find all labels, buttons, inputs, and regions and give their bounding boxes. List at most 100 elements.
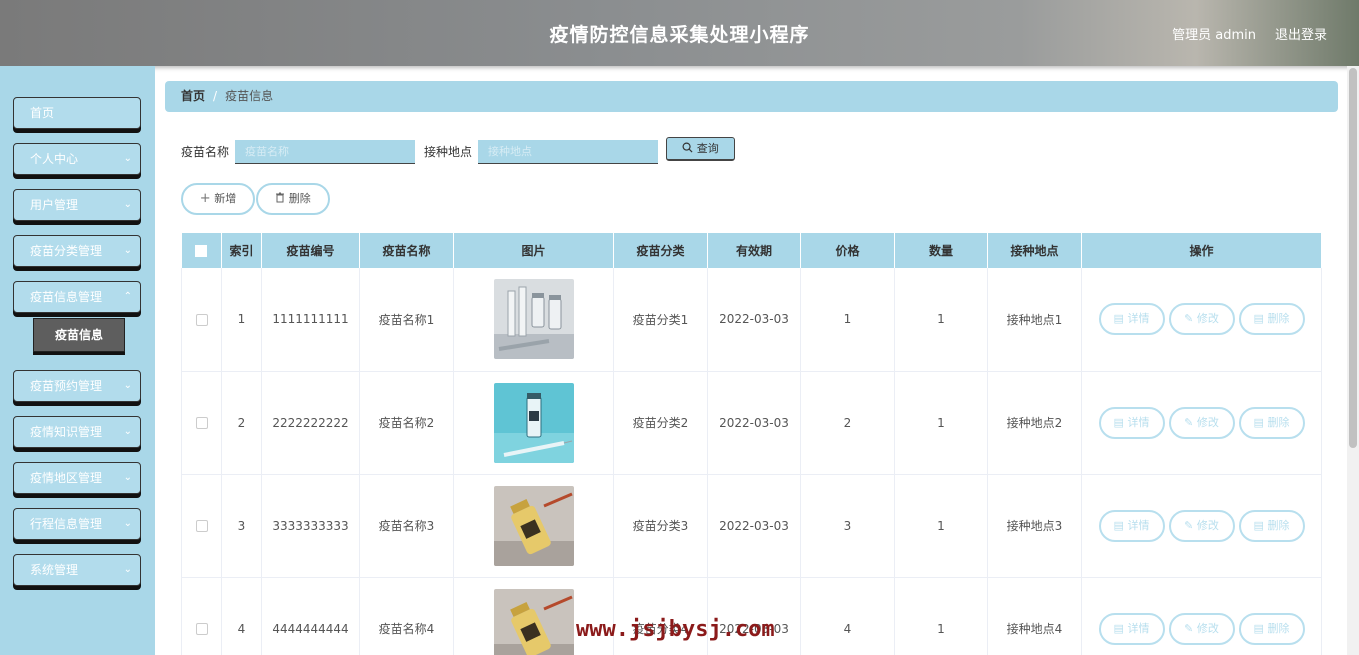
breadcrumb-home[interactable]: 首页 [181, 89, 205, 103]
sidebar-item-home[interactable]: 首页 [13, 97, 141, 129]
chevron-down-icon: ⌄ [123, 199, 132, 210]
document-icon: ▤ [1113, 621, 1124, 635]
query-button[interactable]: 查询 [666, 137, 735, 161]
row-checkbox[interactable] [195, 623, 208, 635]
pencil-icon: ✎ [1184, 312, 1194, 326]
detail-button[interactable]: ▤ 详情 [1098, 406, 1165, 439]
cell-quantity: 1 [894, 371, 988, 475]
breadcrumb-separator: / [213, 89, 218, 103]
chevron-down-icon: ⌄ [123, 472, 132, 483]
chevron-up-icon: ⌃ [123, 291, 132, 302]
cell-operations: ▤ 详情 ✎ 修改 ▤ 删除 [1081, 474, 1322, 578]
cell-name: 疫苗名称2 [359, 371, 454, 475]
cell-index: 3 [221, 474, 262, 578]
detail-button[interactable]: ▤ 详情 [1098, 509, 1165, 542]
vaccination-place-input[interactable] [478, 140, 658, 164]
edit-label: 修改 [1196, 621, 1219, 635]
delete-button[interactable]: ▤ 删除 [1238, 303, 1305, 336]
cell-name: 疫苗名称3 [359, 474, 454, 578]
cell-expiry: 2022-03-03 [707, 474, 801, 578]
sidebar-item-vaccine-appointment[interactable]: 疫苗预约管理 ⌄ [13, 370, 141, 402]
chevron-down-icon: ⌄ [123, 518, 132, 529]
vaccine-name-input[interactable] [235, 140, 415, 164]
trash-icon [276, 192, 285, 203]
delete-button[interactable]: ▤ 删除 [1238, 406, 1305, 439]
sidebar-item-system[interactable]: 系统管理 ⌄ [13, 554, 141, 586]
delete-button-label: 删除 [288, 192, 311, 205]
cell-code: 4444444444 [261, 577, 360, 655]
trash-icon: ▤ [1253, 312, 1264, 326]
cell-expiry: 2022-03-03 [707, 371, 801, 475]
sidebar-item-vaccine-info[interactable]: 疫苗信息管理 ⌃ [13, 281, 141, 313]
sidebar-item-personal-center[interactable]: 个人中心 ⌄ [13, 143, 141, 175]
sidebar-item-label: 疫情地区管理 [30, 471, 103, 485]
sidebar-subitem-vaccine-info[interactable]: 疫苗信息 [33, 318, 125, 352]
pencil-icon: ✎ [1184, 621, 1194, 635]
cell-place: 接种地点4 [987, 577, 1082, 655]
select-all-header[interactable] [181, 233, 222, 268]
add-button-label: 新增 [214, 192, 237, 205]
delete-label: 删除 [1267, 621, 1290, 635]
vaccine-name-label: 疫苗名称 [181, 145, 230, 159]
cell-operations: ▤ 详情 ✎ 修改 ▤ 删除 [1081, 268, 1322, 372]
pencil-icon: ✎ [1184, 518, 1194, 532]
add-button[interactable]: + 新增 [181, 183, 255, 215]
row-checkbox[interactable] [195, 520, 208, 532]
edit-label: 修改 [1196, 518, 1219, 532]
cell-quantity: 1 [894, 268, 988, 372]
sidebar-item-epidemic-region[interactable]: 疫情地区管理 ⌄ [13, 462, 141, 494]
sidebar-item-label: 疫苗信息管理 [30, 290, 103, 304]
chevron-down-icon: ⌄ [123, 380, 132, 391]
sidebar-item-epidemic-knowledge[interactable]: 疫情知识管理 ⌄ [13, 416, 141, 448]
delete-label: 删除 [1267, 518, 1290, 532]
sidebar-item-user-management[interactable]: 用户管理 ⌄ [13, 189, 141, 221]
detail-button[interactable]: ▤ 详情 [1098, 303, 1165, 336]
select-all-checkbox[interactable] [195, 245, 208, 257]
column-header: 疫苗名称 [359, 233, 454, 268]
sidebar-item-itinerary[interactable]: 行程信息管理 ⌄ [13, 508, 141, 540]
trash-icon: ▤ [1253, 621, 1264, 635]
table-row: 1 1111111111 疫苗名称1 疫苗分类1 2022-03-03 1 1 … [181, 268, 1322, 372]
page-scrollbar[interactable] [1347, 66, 1359, 655]
column-header: 索引 [221, 233, 262, 268]
cell-category: 疫苗分类3 [613, 474, 708, 578]
breadcrumb: 首页 / 疫苗信息 [165, 81, 1338, 112]
cell-place: 接种地点3 [987, 474, 1082, 578]
logout-link[interactable]: 退出登录 [1275, 24, 1327, 43]
batch-delete-button[interactable]: 删除 [256, 183, 330, 215]
edit-button[interactable]: ✎ 修改 [1168, 509, 1235, 542]
cell-index: 1 [221, 268, 262, 372]
delete-button[interactable]: ▤ 删除 [1238, 612, 1305, 645]
scrollbar-thumb[interactable] [1349, 68, 1357, 448]
sidebar-item-label: 疫苗预约管理 [30, 379, 103, 393]
cell-category: 疫苗分类1 [613, 268, 708, 372]
chevron-down-icon: ⌄ [123, 564, 132, 575]
column-header: 接种地点 [987, 233, 1082, 268]
row-checkbox[interactable] [195, 417, 208, 429]
edit-button[interactable]: ✎ 修改 [1168, 406, 1235, 439]
sidebar-item-label: 用户管理 [30, 198, 79, 212]
edit-button[interactable]: ✎ 修改 [1168, 612, 1235, 645]
document-icon: ▤ [1113, 415, 1124, 429]
cell-operations: ▤ 详情 ✎ 修改 ▤ 删除 [1081, 577, 1322, 655]
row-checkbox[interactable] [195, 313, 208, 326]
cell-operations: ▤ 详情 ✎ 修改 ▤ 删除 [1081, 371, 1322, 475]
delete-button[interactable]: ▤ 删除 [1238, 509, 1305, 542]
detail-label: 详情 [1127, 415, 1150, 429]
sidebar-item-label: 行程信息管理 [30, 517, 103, 531]
column-header: 价格 [800, 233, 895, 268]
plus-icon: + [199, 191, 211, 206]
cell-price: 2 [800, 371, 895, 475]
cell-name: 疫苗名称4 [359, 577, 454, 655]
cell-name: 疫苗名称1 [359, 268, 454, 372]
cell-price: 4 [800, 577, 895, 655]
detail-label: 详情 [1127, 621, 1150, 635]
chevron-down-icon: ⌄ [123, 245, 132, 256]
detail-button[interactable]: ▤ 详情 [1098, 612, 1165, 645]
edit-button[interactable]: ✎ 修改 [1168, 303, 1235, 336]
sidebar-item-vaccine-category[interactable]: 疫苗分类管理 ⌄ [13, 235, 141, 267]
document-icon: ▤ [1113, 312, 1124, 326]
delete-label: 删除 [1267, 312, 1290, 326]
cell-quantity: 1 [894, 577, 988, 655]
cell-code: 1111111111 [261, 268, 360, 372]
